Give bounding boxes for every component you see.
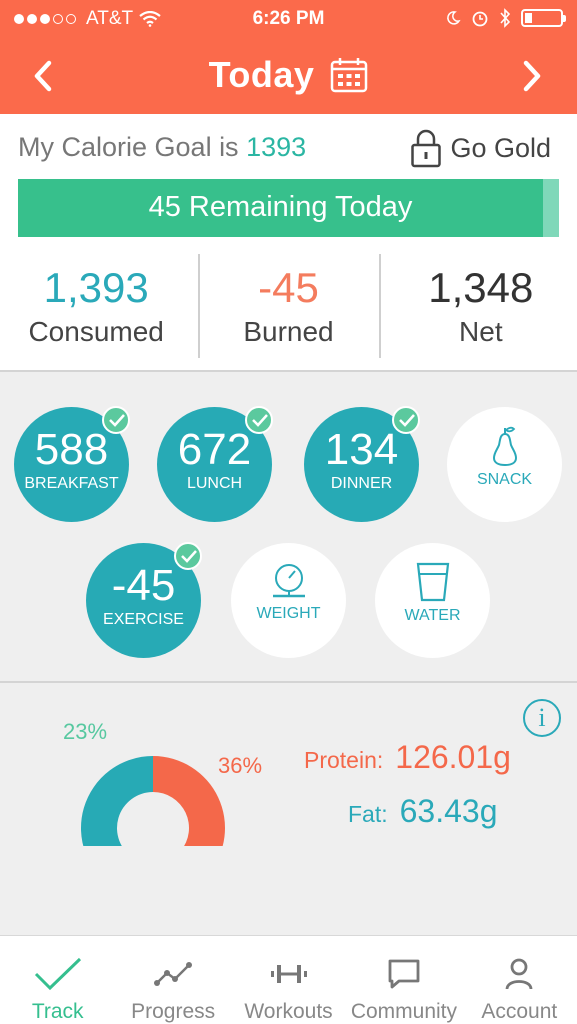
check-badge-icon xyxy=(392,406,420,434)
tab-bar: Track Progress Workouts Community Accoun… xyxy=(0,935,577,1024)
check-badge-icon xyxy=(245,406,273,434)
dumbbell-icon xyxy=(270,965,307,983)
remaining-label: 45 Remaining Today xyxy=(148,191,413,223)
tab-label: Account xyxy=(481,1000,558,1023)
tab-progress[interactable]: Progress xyxy=(115,936,230,1024)
stat-burned: -45 Burned xyxy=(192,254,384,360)
macros-section: i 23% 36% Protein: 126.01g Fat: 63.43g xyxy=(0,683,577,935)
water-label: WATER xyxy=(404,607,461,624)
progress-chart-icon xyxy=(154,962,193,986)
tab-account[interactable]: Account xyxy=(462,936,577,1024)
pear-icon xyxy=(492,426,517,467)
stat-value: 1,393 xyxy=(43,264,149,311)
fat-percent-label: 23% xyxy=(63,719,108,744)
fat-row: Fat: 63.43g xyxy=(348,793,498,830)
chart-clip-mask xyxy=(65,846,245,858)
check-icon xyxy=(34,957,81,991)
calorie-stats: 1,393 Consumed -45 Burned 1,348 Net xyxy=(0,254,577,360)
weight-button[interactable]: WEIGHT xyxy=(231,543,346,658)
tab-track[interactable]: Track xyxy=(0,936,115,1024)
person-icon xyxy=(505,958,533,990)
protein-row: Protein: 126.01g xyxy=(304,739,511,776)
stat-label: Burned xyxy=(243,316,334,347)
fat-value: 63.43g xyxy=(399,793,498,829)
tab-label: Community xyxy=(350,1000,458,1023)
protein-slice xyxy=(153,756,225,858)
stat-label: Net xyxy=(459,316,503,347)
protein-label: Protein: xyxy=(304,747,384,773)
exercise-label: EXERCISE xyxy=(103,611,184,628)
header: AT&T 6:26 PM Today xyxy=(0,0,577,114)
calorie-progress-bar: 45 Remaining Today xyxy=(18,179,559,237)
calendar-icon[interactable] xyxy=(330,57,368,93)
page-title: Today xyxy=(208,54,315,95)
calorie-goal-section: My Calorie Goal is 1393 Go Gold 45 Remai… xyxy=(0,114,577,370)
dinner-calories: 134 xyxy=(324,425,399,474)
calorie-goal-value: 1393 xyxy=(246,132,307,162)
go-gold-label: Go Gold xyxy=(450,132,551,163)
snack-label: SNACK xyxy=(476,471,533,488)
calorie-goal-text: My Calorie Goal is 1393 xyxy=(18,132,306,163)
stat-value: 1,348 xyxy=(428,264,534,311)
go-gold-button[interactable]: Go Gold xyxy=(410,128,551,168)
tab-label: Progress xyxy=(131,1000,216,1023)
carb-slice xyxy=(81,756,153,858)
stat-value: -45 xyxy=(258,264,319,311)
stat-net: 1,348 Net xyxy=(385,254,577,360)
chevron-right-icon[interactable] xyxy=(521,58,543,103)
scale-icon xyxy=(272,564,305,598)
status-bar: AT&T 6:26 PM xyxy=(0,0,577,38)
battery-icon xyxy=(521,9,566,27)
protein-percent-label: 36% xyxy=(218,753,263,778)
stat-label: Consumed xyxy=(28,316,164,347)
divider xyxy=(198,254,201,358)
tab-community[interactable]: Community xyxy=(346,936,461,1024)
exercise-calories: -45 xyxy=(111,561,176,610)
lunch-label: LUNCH xyxy=(186,475,243,492)
fat-label: Fat: xyxy=(348,801,388,827)
stat-consumed: 1,393 Consumed xyxy=(0,254,192,360)
bluetooth-icon xyxy=(500,8,511,28)
weight-label: WEIGHT xyxy=(256,605,321,622)
tab-label: Track xyxy=(31,1000,84,1023)
info-icon[interactable]: i xyxy=(523,699,561,737)
moon-icon xyxy=(447,11,461,25)
dinner-label: DINNER xyxy=(330,475,393,492)
date-nav: Today xyxy=(0,48,577,104)
water-button[interactable]: WATER xyxy=(375,543,490,658)
tab-workouts[interactable]: Workouts xyxy=(231,936,346,1024)
glass-icon xyxy=(416,562,449,602)
check-badge-icon xyxy=(174,542,202,570)
alarm-icon xyxy=(472,11,488,27)
check-badge-icon xyxy=(102,406,130,434)
breakfast-calories: 588 xyxy=(34,425,109,474)
tab-label: Workouts xyxy=(244,1000,333,1023)
chat-icon xyxy=(388,959,420,989)
snack-button[interactable]: SNACK xyxy=(447,407,562,522)
lunch-calories: 672 xyxy=(177,425,252,474)
protein-value: 126.01g xyxy=(395,739,511,775)
calorie-goal-prefix: My Calorie Goal is xyxy=(18,132,239,162)
lock-icon xyxy=(411,129,442,168)
log-circles-section: 588 BREAKFAST 672 LUNCH 134 DINNER SNACK… xyxy=(0,370,577,683)
divider xyxy=(378,254,381,358)
breakfast-label: BREAKFAST xyxy=(24,475,119,492)
